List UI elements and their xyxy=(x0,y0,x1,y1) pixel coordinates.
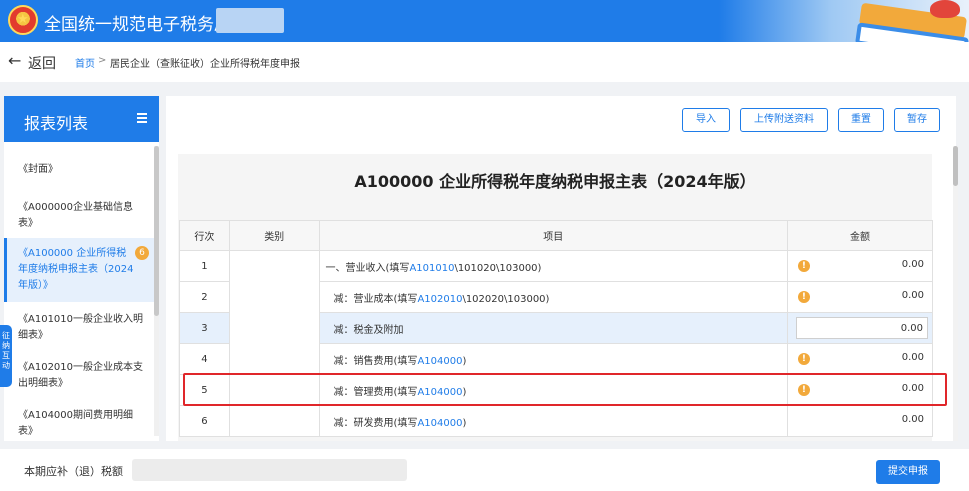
amount-cell: ! 0.00 xyxy=(786,250,934,282)
row-number: 2 xyxy=(179,281,230,313)
highlight-box xyxy=(183,373,947,406)
warning-icon[interactable]: ! xyxy=(797,353,810,365)
item-cell: 减：税金及附加 xyxy=(318,312,788,344)
main-scrollbar[interactable] xyxy=(953,146,958,441)
amount-cell: 0.00 xyxy=(786,405,934,437)
table-row: 1 一、营业收入(填写A101010\101020\103000) ! 0.00 xyxy=(179,250,934,437)
reset-button[interactable]: 重置 xyxy=(838,108,884,132)
row-number: 3 xyxy=(179,312,230,344)
form-link[interactable]: A102010 xyxy=(417,294,462,305)
sidebar-item-a000000[interactable]: 《A000000企业基础信息表》 xyxy=(4,200,154,232)
amount-value: 0.00 xyxy=(901,352,924,363)
sidebar-item-a102010[interactable]: 《A102010一般企业成本支出明细表》 xyxy=(4,360,154,392)
item-cell: 减：销售费用(填写A104000) xyxy=(318,343,788,375)
amount-cell: ! 0.00 xyxy=(786,343,934,375)
back-button[interactable]: 返回 xyxy=(28,53,56,73)
app-title: 全国统一规范电子税务局 xyxy=(44,15,231,35)
interaction-float-tab[interactable]: 征纳互动 xyxy=(0,325,12,387)
form-link[interactable]: A104000 xyxy=(417,418,462,429)
sidebar-item-a101010[interactable]: 《A101010一般企业收入明细表》 xyxy=(4,312,154,344)
apple-icon xyxy=(930,0,960,18)
amount-cell: ! 0.00 xyxy=(786,281,934,313)
upload-attachments-button[interactable]: 上传附送资料 xyxy=(740,108,828,132)
amount-cell xyxy=(786,312,934,344)
row-number: 4 xyxy=(179,343,230,375)
sidebar-item-a104000[interactable]: 《A104000期间费用明细表》 xyxy=(4,408,154,440)
form-link[interactable]: A101010 xyxy=(409,263,454,274)
form-title: A100000 企业所得税年度纳税申报主表（2024年版） xyxy=(354,172,756,191)
item-cell: 一、营业收入(填写A101010\101020\103000) xyxy=(318,250,788,282)
breadcrumb-current: 居民企业（查账征收）企业所得税年度申报 xyxy=(110,59,300,70)
error-count-badge: 6 xyxy=(135,246,149,260)
row-number: 1 xyxy=(179,250,230,282)
sidebar-item-label: 《A100000 企业所得税年度纳税申报主表（2024年版）》 xyxy=(18,248,134,291)
sidebar-header: 报表列表 xyxy=(4,96,159,142)
warning-icon[interactable]: ! xyxy=(797,291,810,303)
sidebar-scrollbar[interactable] xyxy=(154,146,159,436)
tax-emblem-icon: ★ xyxy=(8,5,38,35)
submit-declaration-button[interactable]: 提交申报 xyxy=(876,460,940,484)
column-header-amount: 金额 xyxy=(786,220,934,251)
amount-value: 0.00 xyxy=(901,290,924,301)
tax-surcharge-amount-input[interactable] xyxy=(795,317,928,339)
row-number: 6 xyxy=(179,405,230,437)
import-button[interactable]: 导入 xyxy=(682,108,730,132)
menu-icon[interactable] xyxy=(137,113,147,123)
breadcrumb: ← 返回 首页 > 居民企业（查账征收）企业所得税年度申报 xyxy=(0,42,969,82)
column-header-item: 项目 xyxy=(318,220,788,251)
sidebar-item-cover[interactable]: 《封面》 xyxy=(4,162,154,178)
back-arrow-icon[interactable]: ← xyxy=(8,51,21,70)
amount-value: 0.00 xyxy=(901,414,924,425)
warning-icon[interactable]: ! xyxy=(797,260,810,272)
amount-value: 0.00 xyxy=(901,259,924,270)
form-link[interactable]: A104000 xyxy=(417,356,462,367)
breadcrumb-separator: > xyxy=(98,55,107,66)
item-cell: 减：研发费用(填写A104000) xyxy=(318,405,788,437)
bottom-bar: 本期应补（退）税额 提交申报 xyxy=(0,449,969,491)
save-draft-button[interactable]: 暂存 xyxy=(894,108,940,132)
tax-due-value-redacted xyxy=(132,459,407,481)
main-scroll-thumb[interactable] xyxy=(953,146,958,186)
tax-due-label: 本期应补（退）税额 xyxy=(24,465,123,478)
sidebar-title: 报表列表 xyxy=(24,114,89,133)
column-header-category: 类别 xyxy=(228,220,320,251)
sidebar-scroll-thumb[interactable] xyxy=(154,146,159,316)
sidebar-item-a100000[interactable]: 《A100000 企业所得税年度纳税申报主表（2024年版）》 6 xyxy=(4,238,154,302)
breadcrumb-home-link[interactable]: 首页 xyxy=(75,55,95,70)
report-list-sidebar: 报表列表 《封面》 《A000000企业基础信息表》 《A100000 企业所得… xyxy=(4,96,159,441)
category-cell xyxy=(228,250,320,437)
user-name-redacted[interactable] xyxy=(216,8,284,33)
column-header-row-no: 行次 xyxy=(179,220,230,251)
top-header: ★ 全国统一规范电子税务局 xyxy=(0,0,969,42)
item-cell: 减：营业成本(填写A102010\102020\103000) xyxy=(318,281,788,313)
